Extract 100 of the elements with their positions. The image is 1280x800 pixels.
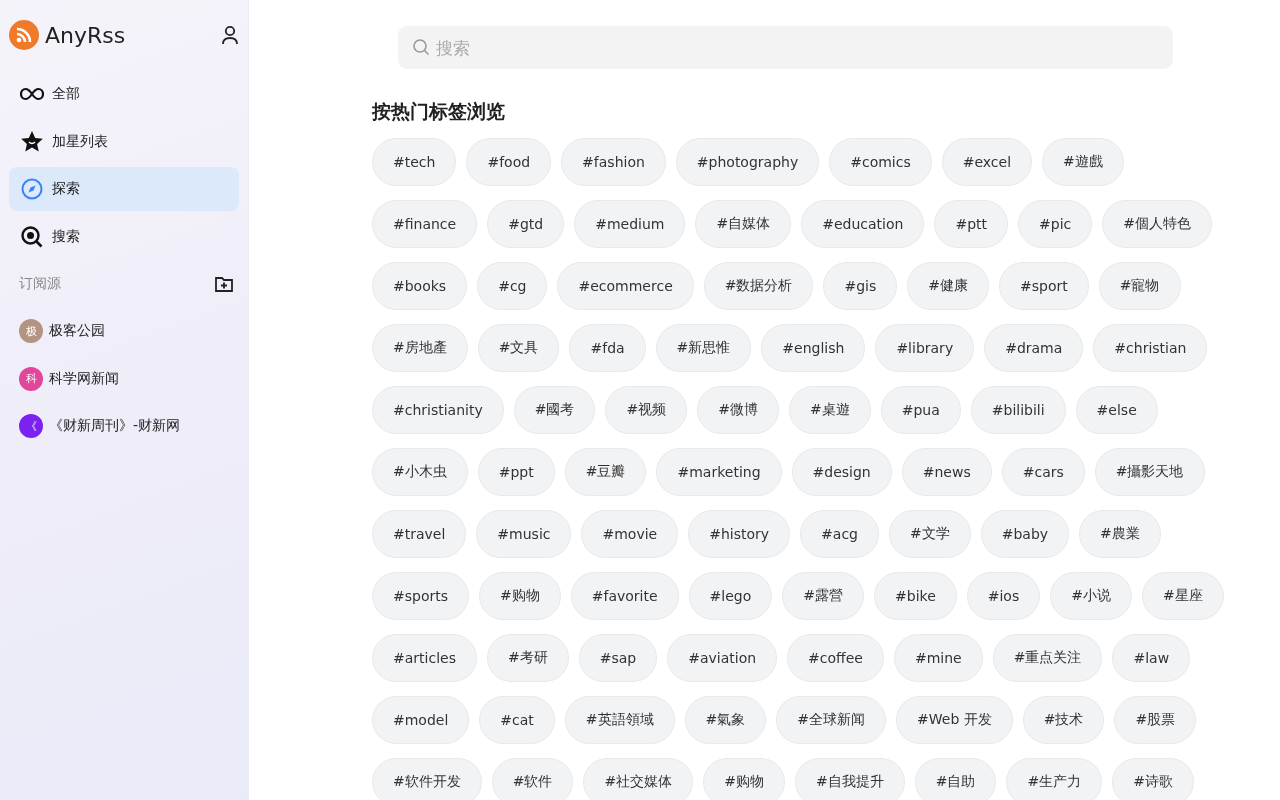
tag-chip[interactable]: #history bbox=[688, 510, 791, 558]
tag-chip[interactable]: #购物 bbox=[479, 572, 561, 620]
tag-chip[interactable]: #考研 bbox=[486, 634, 569, 682]
tag-chip[interactable]: #baby bbox=[980, 510, 1070, 558]
tag-chip[interactable]: #英語領域 bbox=[564, 696, 675, 744]
tag-chip[interactable]: #cg bbox=[477, 262, 548, 310]
feed-name[interactable]: 《财新周刊》-财新网 bbox=[49, 417, 181, 435]
tag-chip[interactable]: #软件开发 bbox=[372, 758, 482, 800]
tag-chip[interactable]: #else bbox=[1075, 386, 1158, 434]
search-icon bbox=[20, 224, 44, 249]
tag-chip[interactable]: #攝影天地 bbox=[1094, 448, 1205, 496]
tag-chip[interactable]: #books bbox=[372, 262, 468, 310]
tag-chip[interactable]: #education bbox=[801, 200, 925, 248]
tag-chip[interactable]: #music bbox=[476, 510, 572, 558]
tag-chip[interactable]: #drama bbox=[984, 324, 1084, 372]
tag-chip[interactable]: #finance bbox=[372, 200, 478, 248]
tag-chip[interactable]: #christian bbox=[1093, 324, 1208, 372]
tag-chip[interactable]: #ios bbox=[966, 572, 1041, 620]
tag-chip[interactable]: #articles bbox=[372, 634, 477, 682]
tag-chip[interactable]: #豆瓣 bbox=[564, 448, 647, 496]
tag-chip[interactable]: #movie bbox=[581, 510, 679, 558]
user-icon[interactable] bbox=[221, 25, 239, 45]
nav-item[interactable]: 搜索 bbox=[9, 214, 239, 259]
tag-chip[interactable]: #自媒体 bbox=[695, 200, 792, 248]
tag-chip[interactable]: #english bbox=[761, 324, 866, 372]
tag-chip[interactable]: #lego bbox=[688, 572, 773, 620]
tag-chip[interactable]: #遊戲 bbox=[1042, 138, 1124, 186]
tag-chip[interactable]: #favorite bbox=[570, 572, 679, 620]
tag-chip[interactable]: #comics bbox=[829, 138, 932, 186]
tag-chip[interactable]: #ptt bbox=[934, 200, 1008, 248]
tag-chip[interactable]: #自助 bbox=[914, 758, 997, 800]
tag-chip[interactable]: #photography bbox=[675, 138, 820, 186]
tag-chip[interactable]: #medium bbox=[574, 200, 686, 248]
tag-chip[interactable]: #文学 bbox=[889, 510, 971, 558]
tag-chip[interactable]: #農業 bbox=[1079, 510, 1161, 558]
tag-chip[interactable]: #股票 bbox=[1114, 696, 1197, 744]
tag-chip[interactable]: #fashion bbox=[561, 138, 666, 186]
tag-chip[interactable]: #露營 bbox=[782, 572, 864, 620]
tag-chip[interactable]: #健康 bbox=[907, 262, 990, 310]
tag-chip[interactable]: #sport bbox=[999, 262, 1089, 310]
tag-chip[interactable]: #design bbox=[791, 448, 892, 496]
nav-item[interactable]: 加星列表 bbox=[9, 119, 239, 164]
tag-chip[interactable]: #小木虫 bbox=[372, 448, 468, 496]
tag-chip[interactable]: #pic bbox=[1018, 200, 1093, 248]
tag-chip[interactable]: #marketing bbox=[656, 448, 782, 496]
tag-chip[interactable]: #数据分析 bbox=[703, 262, 814, 310]
tag-chip[interactable]: #技术 bbox=[1022, 696, 1105, 744]
tag-chip[interactable]: #cat bbox=[479, 696, 555, 744]
tag-chip[interactable]: #微博 bbox=[697, 386, 779, 434]
tag-chip[interactable]: #bilibili bbox=[970, 386, 1066, 434]
tag-chip[interactable]: #软件 bbox=[491, 758, 574, 800]
tag-chip[interactable]: #excel bbox=[941, 138, 1033, 186]
tag-chip[interactable]: #寵物 bbox=[1098, 262, 1181, 310]
tag-chip[interactable]: #christianity bbox=[372, 386, 504, 434]
tag-chip[interactable]: #aviation bbox=[667, 634, 778, 682]
tag-chip[interactable]: #sap bbox=[578, 634, 658, 682]
tag-chip[interactable]: #ecommerce bbox=[557, 262, 694, 310]
tag-chip[interactable]: #cars bbox=[1001, 448, 1085, 496]
tag-chip[interactable]: #自我提升 bbox=[794, 758, 905, 800]
tag-chip[interactable]: #重点关注 bbox=[992, 634, 1103, 682]
tag-chip[interactable]: #文具 bbox=[477, 324, 560, 372]
feed-name[interactable]: 极客公园 bbox=[49, 322, 105, 340]
tag-chip[interactable]: #全球新闻 bbox=[776, 696, 887, 744]
tag-chip[interactable]: #星座 bbox=[1141, 572, 1224, 620]
tag-chip[interactable]: #coffee bbox=[787, 634, 884, 682]
tag-chip[interactable]: #mine bbox=[893, 634, 983, 682]
section-title: 订阅源 bbox=[19, 275, 61, 293]
add-folder-icon[interactable] bbox=[215, 276, 233, 292]
tag-chip[interactable]: #pua bbox=[880, 386, 961, 434]
tag-chip[interactable]: #购物 bbox=[703, 758, 785, 800]
tag-chip[interactable]: #gis bbox=[823, 262, 898, 310]
tag-chip[interactable]: #桌遊 bbox=[788, 386, 871, 434]
tag-chip[interactable]: #视频 bbox=[605, 386, 688, 434]
feed-name[interactable]: 科学网新闻 bbox=[49, 369, 119, 388]
tag-chip[interactable]: #氣象 bbox=[684, 696, 767, 744]
tag-chip[interactable]: #law bbox=[1112, 634, 1191, 682]
tag-chip[interactable]: #小说 bbox=[1050, 572, 1132, 620]
tag-chip[interactable]: #新思惟 bbox=[655, 324, 752, 372]
tag-chip[interactable]: #acg bbox=[800, 510, 879, 558]
tag-chip[interactable]: #travel bbox=[372, 510, 467, 558]
tag-chip[interactable]: #國考 bbox=[513, 386, 596, 434]
tag-chip[interactable]: #ppt bbox=[477, 448, 555, 496]
tag-chip[interactable]: #sports bbox=[372, 572, 469, 620]
tag-chip[interactable]: #library bbox=[875, 324, 975, 372]
nav-item[interactable]: 全部 bbox=[9, 72, 239, 116]
tag-chip[interactable]: #個人特色 bbox=[1102, 200, 1212, 248]
tag-chip[interactable]: #news bbox=[901, 448, 992, 496]
tag-chip[interactable]: #model bbox=[372, 696, 470, 744]
tag-chip[interactable]: #tech bbox=[372, 138, 457, 186]
tag-chip[interactable]: #bike bbox=[874, 572, 957, 620]
tag-chip[interactable]: #房地產 bbox=[372, 324, 468, 372]
tag-chip[interactable]: #food bbox=[466, 138, 552, 186]
tag-chip[interactable]: #诗歌 bbox=[1112, 758, 1194, 800]
nav-item[interactable]: 探索 bbox=[9, 167, 239, 211]
tag-chip[interactable]: #gtd bbox=[487, 200, 565, 248]
tag-chip[interactable]: #Web 开发 bbox=[896, 696, 1013, 744]
tag-chip[interactable]: #生产力 bbox=[1006, 758, 1103, 800]
search-field[interactable]: 搜索 bbox=[398, 26, 1173, 69]
tag-chip[interactable]: #社交媒体 bbox=[583, 758, 694, 800]
tag-chip[interactable]: #fda bbox=[569, 324, 646, 372]
